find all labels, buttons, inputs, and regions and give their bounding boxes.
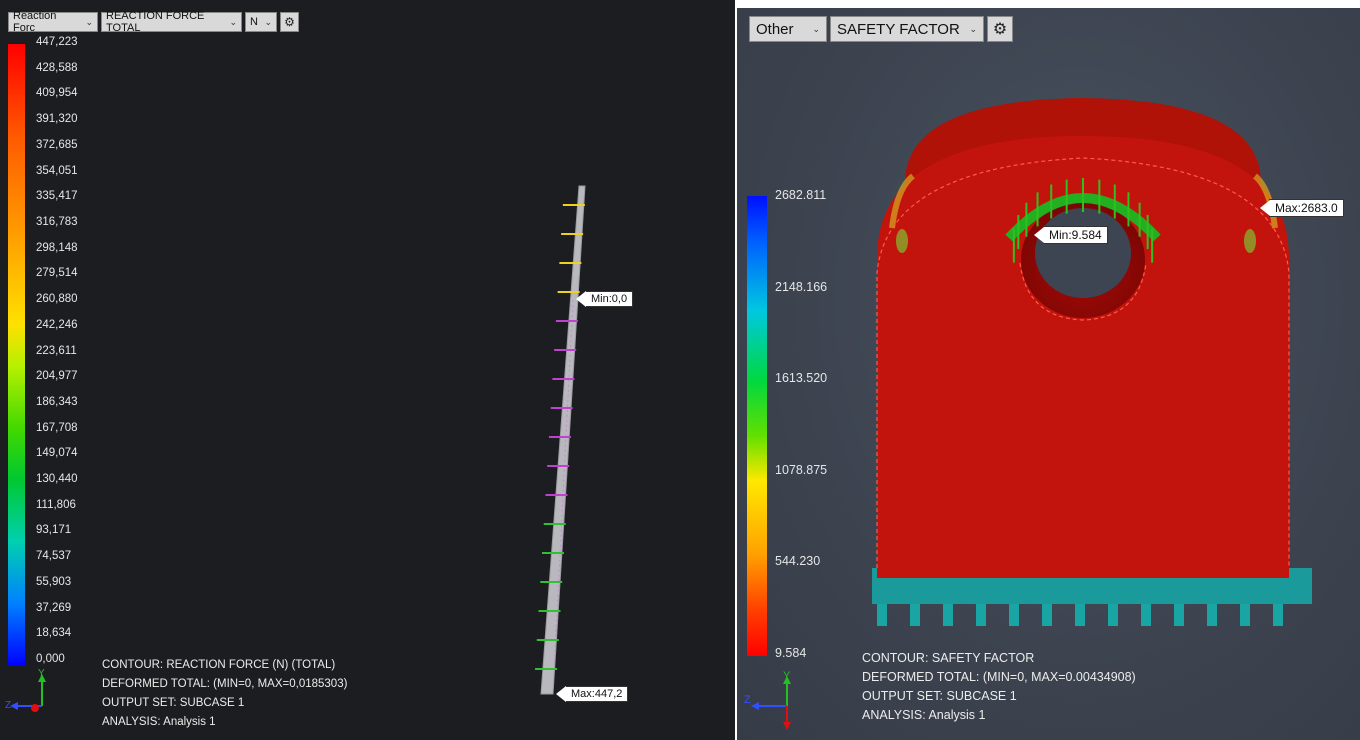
max-label: Max:447,2 — [555, 686, 629, 702]
constraint-marker — [1174, 604, 1184, 626]
analysis-line: ANALYSIS: Analysis 1 — [862, 708, 986, 722]
triad-y-label: Y — [38, 668, 45, 679]
constraint-marker — [1075, 604, 1085, 626]
analysis-line: ANALYSIS: Analysis 1 — [102, 716, 216, 728]
constraint-marker — [976, 604, 986, 626]
constraint-marker — [1009, 604, 1019, 626]
triad-z-label: Z — [744, 694, 751, 706]
constraint-marker — [910, 604, 920, 626]
constraint-marker — [1207, 604, 1217, 626]
max-label: Max:2683.0 — [1260, 199, 1344, 217]
constraint-marker — [1273, 604, 1283, 626]
left-viewport[interactable]: Reaction Forc ⌄ REACTION FORCE TOTAL ⌄ N… — [0, 0, 735, 740]
model-view — [535, 185, 586, 695]
contour-line: CONTOUR: SAFETY FACTOR — [862, 651, 1035, 665]
contour-line: CONTOUR: REACTION FORCE (N) (TOTAL) — [102, 659, 336, 671]
triad-z-label: Z — [5, 700, 12, 711]
constraint-marker — [1240, 604, 1250, 626]
output-set-line: OUTPUT SET: SUBCASE 1 — [102, 697, 245, 709]
min-label: Min:9.584 — [1034, 226, 1108, 244]
deformed-line: DEFORMED TOTAL: (MIN=0, MAX=0.00434908) — [862, 670, 1136, 684]
result-info: CONTOUR: REACTION FORCE (N) (TOTAL) DEFO… — [102, 656, 347, 732]
constraint-marker — [1042, 604, 1052, 626]
constraint-marker — [877, 604, 887, 626]
axis-triad — [10, 674, 46, 712]
deformed-line: DEFORMED TOTAL: (MIN=0, MAX=0,0185303) — [102, 678, 348, 690]
axis-triad — [751, 676, 791, 730]
output-set-line: OUTPUT SET: SUBCASE 1 — [862, 689, 1017, 703]
result-info: CONTOUR: SAFETY FACTOR DEFORMED TOTAL: (… — [862, 649, 1136, 725]
constraint-marker — [943, 604, 953, 626]
model-view — [872, 98, 1312, 626]
constraint-marker — [1108, 604, 1118, 626]
constraint-marker — [1141, 604, 1151, 626]
triad-y-label: Y — [783, 670, 791, 682]
right-viewport[interactable]: Other ⌄ SAFETY FACTOR ⌄ ⚙ 2682.811 2148.1… — [737, 8, 1360, 740]
min-label: Min:0,0 — [575, 291, 634, 307]
constraint-markers — [877, 604, 1283, 626]
